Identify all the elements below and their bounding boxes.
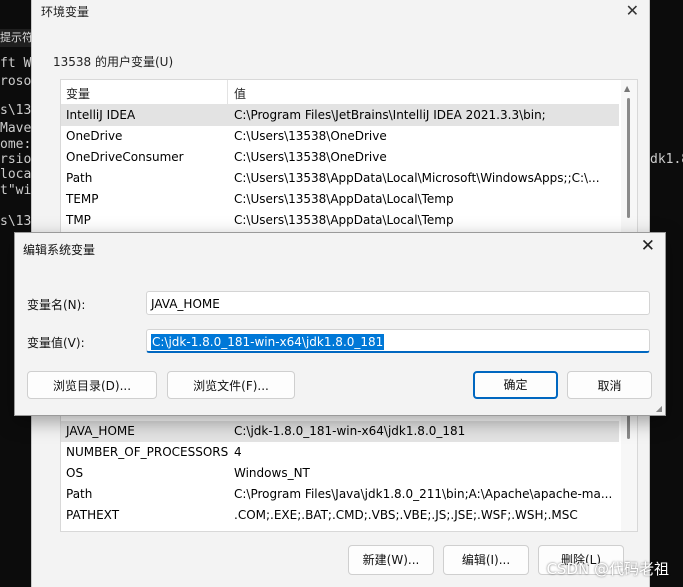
ok-button[interactable]: 确定 bbox=[473, 371, 558, 399]
user-variables-table: 变量 值 IntelliJ IDEA C:\Program Files\JetB… bbox=[60, 79, 638, 241]
console-line: dk1.8 bbox=[650, 152, 683, 167]
console-line: t"wi bbox=[0, 183, 32, 198]
table-row[interactable]: OneDrive C:\Users\13538\OneDrive bbox=[61, 126, 619, 147]
browse-directory-button[interactable]: 浏览目录(D)... bbox=[27, 371, 157, 399]
column-header-value[interactable]: 值 bbox=[234, 85, 246, 102]
variable-name-label: 变量名(N): bbox=[27, 298, 86, 312]
variable-name: Path bbox=[66, 171, 93, 185]
variable-value: C:\Users\13538\AppData\Local\Temp bbox=[234, 192, 454, 206]
variable-name-field[interactable]: JAVA_HOME bbox=[146, 291, 650, 315]
variable-value-label: 变量值(V): bbox=[27, 336, 85, 350]
new-button[interactable]: 新建(W)... bbox=[348, 545, 434, 575]
close-icon[interactable]: ✕ bbox=[626, 1, 639, 20]
vertical-scrollbar[interactable]: ▲ bbox=[621, 80, 637, 240]
variable-value: C:\Users\13538\AppData\Local\Temp bbox=[234, 213, 454, 227]
column-header-variable[interactable]: 变量 bbox=[66, 85, 90, 102]
console-line: rsio bbox=[0, 152, 32, 167]
variable-name: IntelliJ IDEA bbox=[66, 108, 136, 122]
scrollbar-thumb[interactable] bbox=[627, 98, 630, 218]
browse-file-button[interactable]: 浏览文件(F)... bbox=[167, 371, 295, 399]
table-row[interactable]: TMP C:\Users\13538\AppData\Local\Temp bbox=[61, 210, 619, 231]
variable-name: OS bbox=[66, 466, 84, 480]
scrollbar-thumb[interactable] bbox=[627, 414, 630, 439]
variable-name: Path bbox=[66, 487, 93, 501]
variable-value-text: C:\jdk-1.8.0_181-win-x64\jdk1.8.0_181 bbox=[151, 334, 385, 350]
console-line: loca bbox=[0, 167, 32, 182]
variable-value: C:\Program Files\JetBrains\IntelliJ IDEA… bbox=[234, 108, 546, 122]
variable-name-value: JAVA_HOME bbox=[151, 297, 220, 311]
table-row[interactable]: IntelliJ IDEA C:\Program Files\JetBrains… bbox=[61, 105, 619, 126]
variable-value: Windows_NT bbox=[234, 466, 310, 480]
close-icon[interactable]: ✕ bbox=[641, 236, 655, 256]
edit-system-variable-dialog: 编辑系统变量 ✕ 变量名(N): JAVA_HOME 变量值(V): C:\jd… bbox=[14, 232, 666, 416]
watermark: CSDN @代码老祖 bbox=[546, 560, 669, 578]
variable-name: OneDriveConsumer bbox=[66, 150, 184, 164]
table-row[interactable]: PATHEXT .COM;.EXE;.BAT;.CMD;.VBS;.VBE;.J… bbox=[61, 505, 619, 526]
variable-value: 4 bbox=[234, 445, 242, 459]
cancel-button[interactable]: 取消 bbox=[567, 371, 652, 399]
dialog-title: 编辑系统变量 bbox=[23, 243, 96, 257]
resize-grip-icon[interactable]: ◢ bbox=[656, 404, 662, 413]
variable-name: NUMBER_OF_PROCESSORS bbox=[66, 445, 229, 459]
table-row[interactable]: OneDriveConsumer C:\Users\13538\OneDrive bbox=[61, 147, 619, 168]
table-row[interactable]: NUMBER_OF_PROCESSORS 4 bbox=[61, 442, 619, 463]
variable-name: PATHEXT bbox=[66, 508, 120, 522]
scroll-up-icon[interactable]: ▲ bbox=[624, 84, 630, 93]
vertical-scrollbar[interactable] bbox=[621, 396, 637, 531]
user-variables-group-label: 13538 的用户变量(U) bbox=[53, 55, 174, 69]
table-row[interactable]: Path C:\Users\13538\AppData\Local\Micros… bbox=[61, 168, 619, 189]
variable-name: JAVA_HOME bbox=[66, 424, 135, 438]
console-line: roso bbox=[0, 74, 32, 89]
variable-name: TEMP bbox=[66, 192, 99, 206]
edit-button[interactable]: 编辑(I)... bbox=[443, 545, 529, 575]
variable-name: TMP bbox=[66, 213, 91, 227]
variable-value: C:\Users\13538\AppData\Local\Microsoft\W… bbox=[234, 171, 600, 185]
variable-value-field[interactable]: C:\jdk-1.8.0_181-win-x64\jdk1.8.0_181 bbox=[146, 329, 650, 353]
variable-value: C:\jdk-1.8.0_181-win-x64\jdk1.8.0_181 bbox=[234, 424, 466, 438]
variable-name: OneDrive bbox=[66, 129, 123, 143]
table-row[interactable]: TEMP C:\Users\13538\AppData\Local\Temp bbox=[61, 189, 619, 210]
table-row[interactable]: OS Windows_NT bbox=[61, 463, 619, 484]
variable-value: C:\Program Files\Java\jdk1.8.0_211\bin;A… bbox=[234, 487, 613, 501]
console-line: ome: bbox=[0, 137, 32, 152]
table-header: 变量 值 bbox=[61, 80, 619, 105]
table-row[interactable]: JAVA_HOME C:\jdk-1.8.0_181-win-x64\jdk1.… bbox=[61, 421, 619, 442]
table-row[interactable]: Path C:\Program Files\Java\jdk1.8.0_211\… bbox=[61, 484, 619, 505]
column-separator[interactable] bbox=[227, 80, 228, 104]
window-title: 环境变量 bbox=[41, 5, 90, 19]
variable-value: C:\Users\13538\OneDrive bbox=[234, 129, 387, 143]
variable-value: .COM;.EXE;.BAT;.CMD;.VBS;.VBE;.JS;.JSE;.… bbox=[234, 508, 578, 522]
variable-value: C:\Users\13538\OneDrive bbox=[234, 150, 387, 164]
